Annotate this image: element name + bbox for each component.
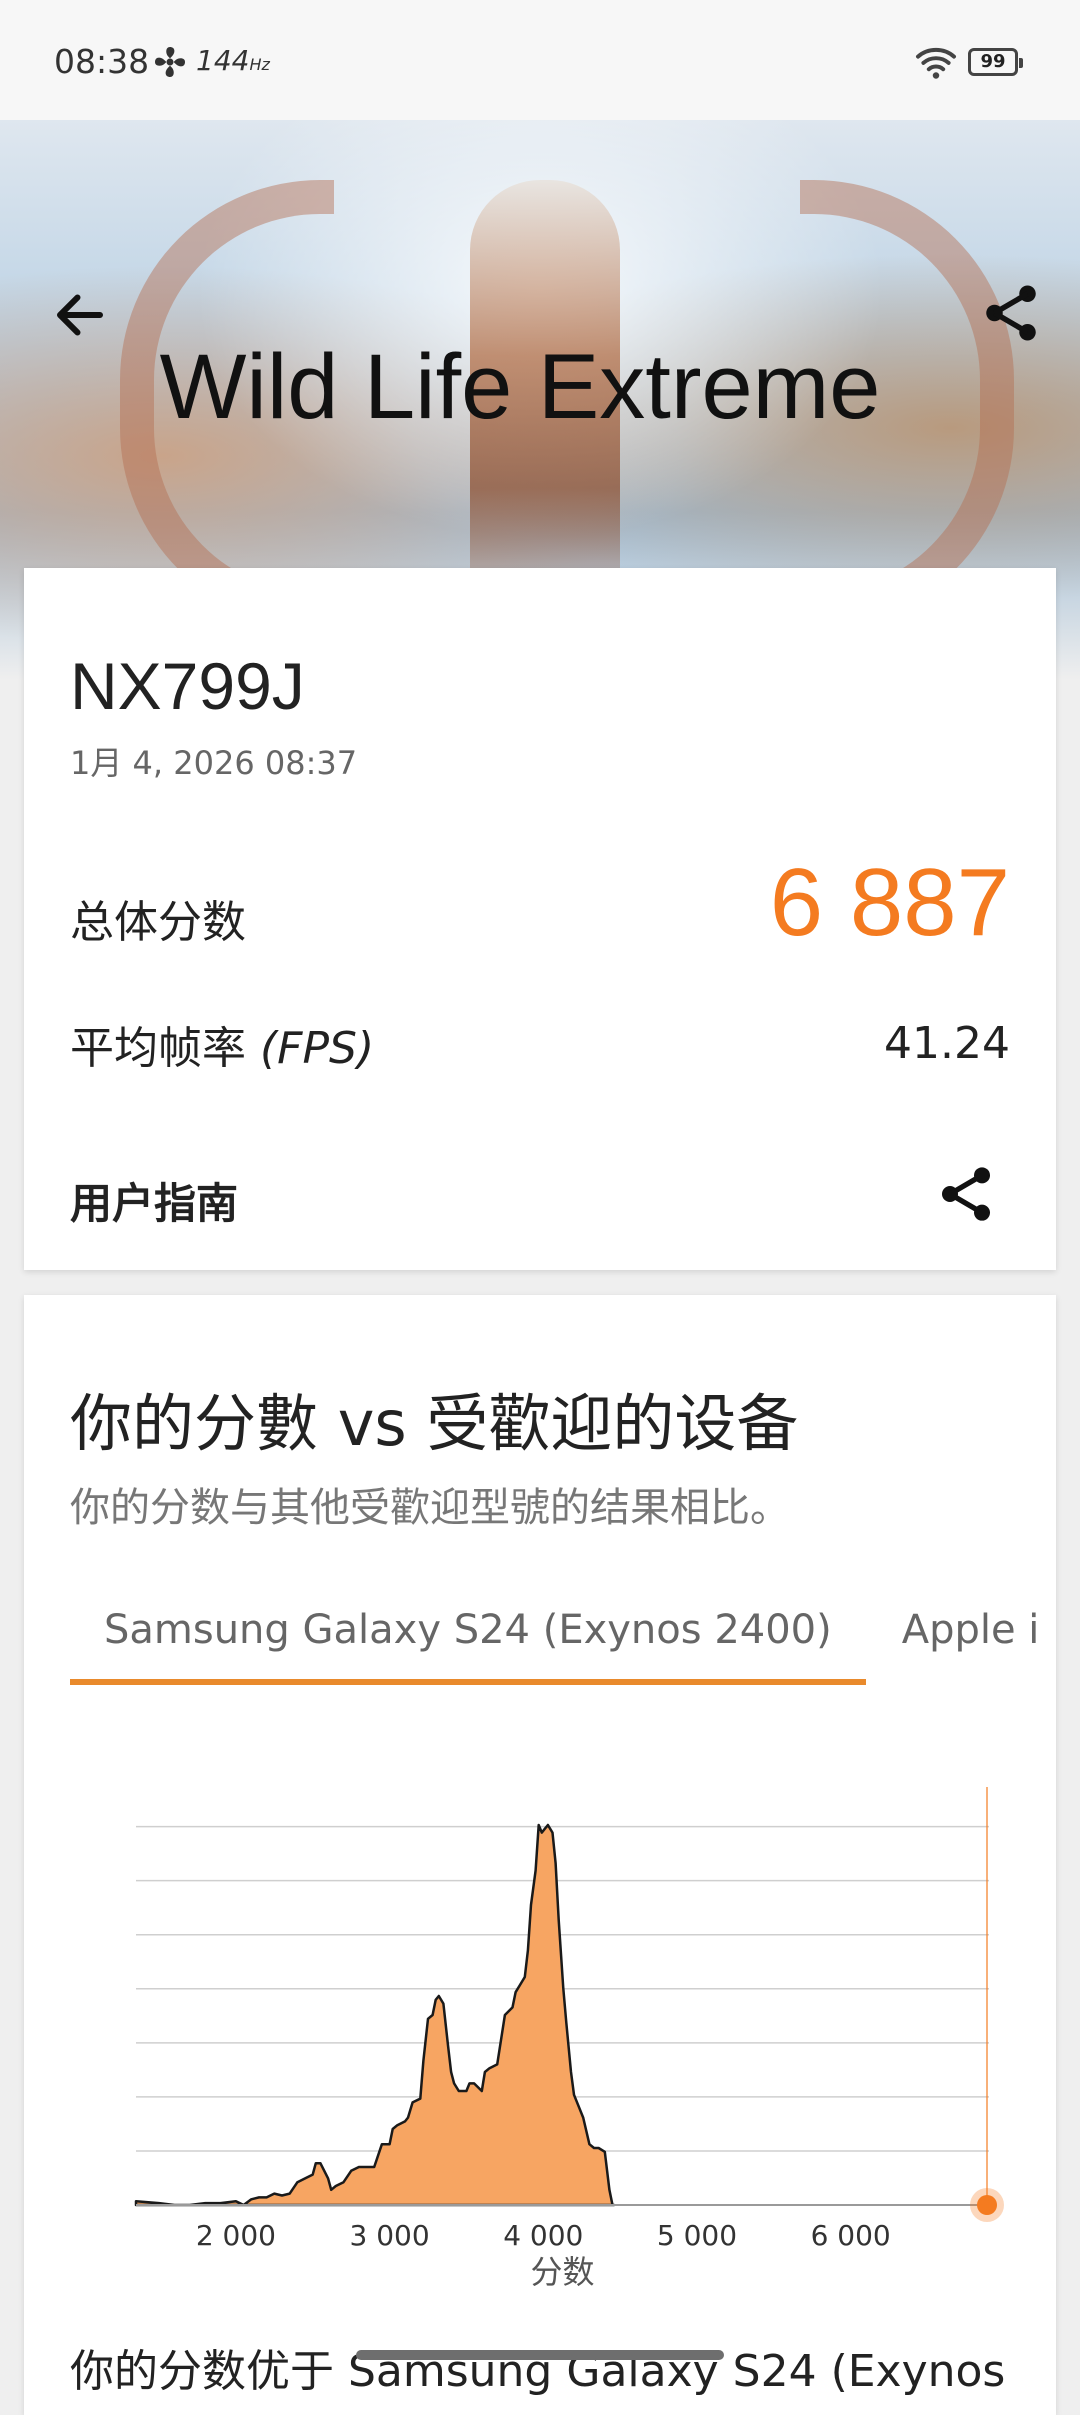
refresh-rate-label: 144Hz	[196, 44, 270, 77]
benchmark-title: Wild Life Extreme	[159, 336, 881, 438]
status-bar: 08:38 144Hz 99	[0, 0, 1080, 120]
comparison-result-text: 你的分数优于 Samsung Galaxy S24 (Exynos	[70, 2346, 1006, 2397]
overall-score-label: 总体分数	[70, 897, 246, 948]
tab-samsung-galaxy-s24[interactable]: Samsung Galaxy S24 (Exynos 2400)	[70, 1600, 866, 1685]
x-tick-label: 4 000	[503, 2219, 583, 2252]
fps-label: 平均帧率 (FPS)	[70, 1023, 375, 1074]
comparison-card: 你的分數 vs 受歡迎的设备 你的分数与其他受歡迎型號的结果相比。 Samsun…	[24, 1295, 1056, 2415]
comparison-subtitle: 你的分数与其他受歡迎型號的结果相比。	[70, 1485, 790, 1531]
fps-value: 41.24	[884, 1018, 1010, 1069]
distribution-area	[134, 1823, 616, 2207]
overall-score-value: 6 887	[769, 849, 1010, 956]
home-indicator[interactable]	[356, 2350, 724, 2360]
test-datetime: 1月 4, 2026 08:37	[70, 744, 358, 782]
device-tabs: Samsung Galaxy S24 (Exynos 2400)Apple iP…	[70, 1600, 1036, 1690]
user-guide-link[interactable]: 用户指南	[70, 1170, 238, 1231]
comparison-title: 你的分數 vs 受歡迎的设备	[70, 1387, 799, 1460]
x-tick-label: 6 000	[811, 2219, 891, 2252]
x-tick-label: 5 000	[657, 2219, 737, 2252]
battery-icon: 99	[968, 48, 1023, 76]
status-time: 08:38	[54, 42, 150, 81]
score-distribution-chart: 2 000 3 000 4 000 5 000 6 000 分数	[134, 1787, 1005, 2291]
x-tick-label: 3 000	[350, 2219, 430, 2252]
result-card: NX799J 1月 4, 2026 08:37 总体分数 6 887 平均帧率 …	[24, 568, 1056, 1270]
share-icon[interactable]	[934, 1162, 998, 1226]
tab-apple-iphone[interactable]: Apple iPhc	[866, 1600, 1036, 1685]
wifi-icon	[916, 47, 956, 79]
fan-icon	[155, 47, 185, 77]
x-axis-label: 分数	[530, 2253, 594, 2291]
x-tick-label: 2 000	[196, 2219, 276, 2252]
your-score-marker	[977, 2195, 998, 2215]
device-name: NX799J	[70, 649, 305, 723]
